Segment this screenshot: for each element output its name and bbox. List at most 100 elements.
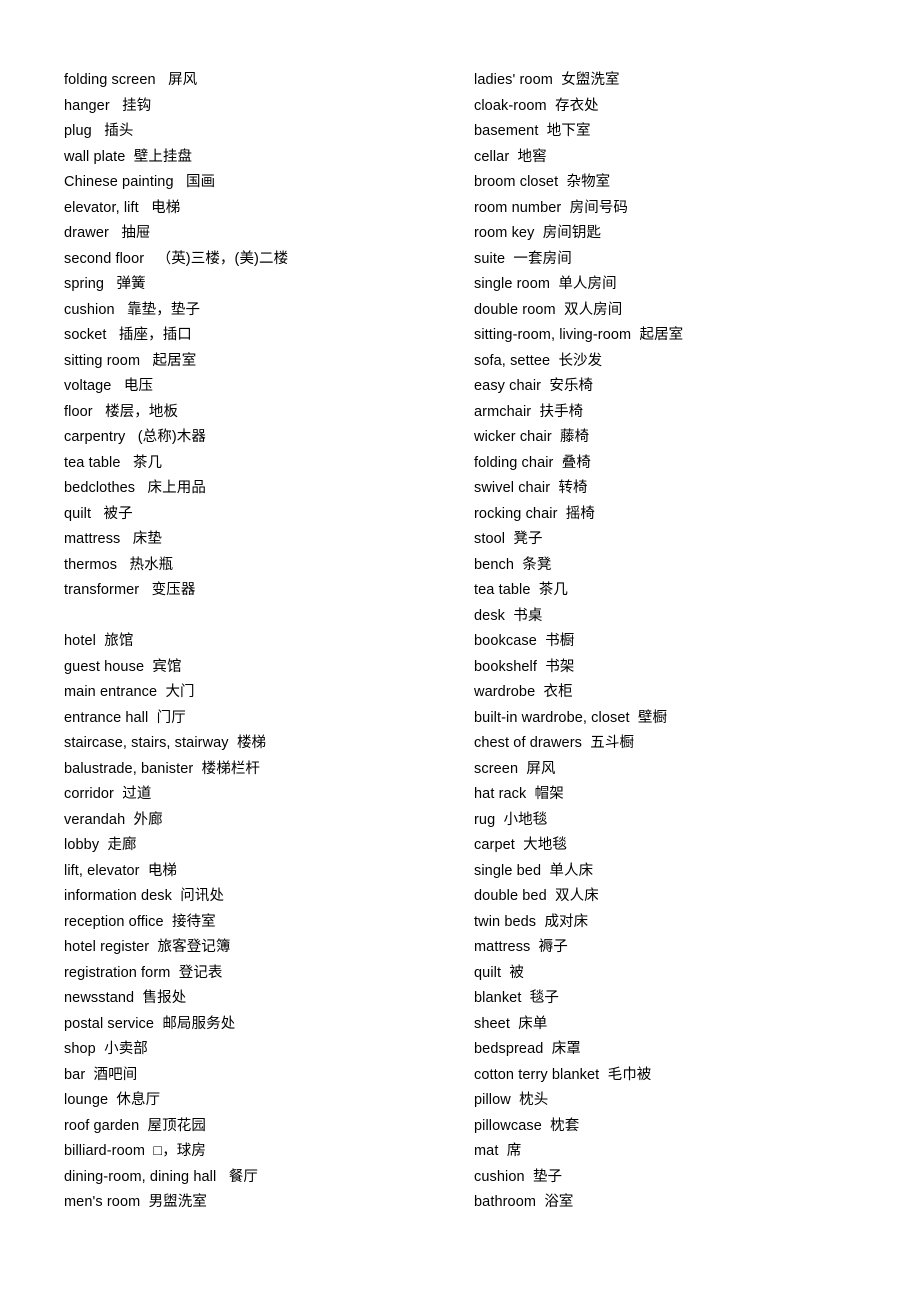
vocabulary-entry: room key 房间钥匙	[474, 221, 904, 247]
entry-gloss: 餐厅	[228, 1168, 258, 1185]
vocabulary-entry: carpentry (总称)木器	[64, 425, 464, 451]
entry-term: cushion	[64, 301, 115, 318]
entry-gloss: 成对床	[544, 913, 589, 930]
vocabulary-entry: sheet 床单	[474, 1012, 904, 1038]
vocabulary-entry: lift, elevator 电梯	[64, 859, 464, 885]
entry-gloss: 摇椅	[565, 505, 595, 522]
entry-term: shop	[64, 1041, 96, 1057]
entry-term: broom closet	[474, 174, 559, 190]
vocabulary-entry: balustrade, banister 楼梯栏杆	[64, 757, 464, 783]
vocabulary-entry: registration form 登记表	[64, 961, 464, 987]
entry-term: double bed	[474, 888, 547, 904]
entry-term: folding screen	[64, 72, 156, 88]
entry-separator	[547, 98, 555, 114]
entry-term: transformer	[64, 582, 140, 598]
vocabulary-entry: hotel 旅馆	[64, 629, 464, 655]
entry-term: verandah	[64, 811, 126, 828]
vocabulary-entry: bedspread 床罩	[474, 1037, 904, 1063]
entry-term: mattress	[474, 939, 531, 955]
vocabulary-entry: lobby 走廊	[64, 833, 464, 859]
entry-term: single room	[474, 276, 551, 292]
entry-term: stool	[474, 531, 506, 547]
entry-gloss: 楼层，地板	[105, 403, 179, 420]
entry-term: corridor	[64, 786, 114, 802]
vocabulary-entry: rug 小地毯	[474, 808, 904, 834]
entry-term: room number	[474, 199, 562, 216]
entry-term: bedspread	[474, 1041, 544, 1057]
entry-separator	[139, 582, 151, 598]
entry-term: men's room	[64, 1194, 141, 1210]
entry-term: information desk	[64, 888, 172, 904]
entry-gloss: 地下室	[546, 123, 591, 139]
entry-term: lobby	[64, 837, 100, 853]
entry-separator	[515, 837, 523, 853]
entry-separator	[510, 1016, 518, 1032]
entry-term: lift, elevator	[64, 862, 140, 879]
entry-term: screen	[474, 760, 519, 777]
entry-gloss: 被子	[103, 505, 133, 522]
entry-term: hotel register	[64, 939, 150, 955]
entry-separator	[542, 1118, 550, 1134]
vocabulary-entry: double bed 双人床	[474, 884, 904, 910]
entry-gloss: 过道	[122, 786, 152, 802]
entry-gloss: 茶几	[538, 582, 568, 598]
entry-separator	[554, 455, 562, 471]
vocabulary-entry: shop 小卖部	[64, 1037, 464, 1063]
entry-gloss: 电梯	[147, 862, 178, 879]
entry-gloss: 邮局服务处	[162, 1015, 236, 1032]
entry-gloss: 床垫	[132, 531, 162, 547]
entry-separator	[110, 98, 122, 114]
vocabulary-entry: corridor 过道	[64, 782, 464, 808]
entry-term: plug	[64, 123, 92, 139]
entry-gloss: (总称)木器	[137, 429, 206, 445]
entry-gloss: 热水瓶	[129, 556, 174, 573]
entry-gloss: 插头	[104, 123, 134, 139]
vocabulary-entry: easy chair 安乐椅	[474, 374, 904, 400]
vocabulary-entry: suite 一套房间	[474, 247, 904, 273]
entry-separator	[115, 302, 127, 318]
entry-separator	[193, 761, 201, 777]
entry-separator	[96, 1041, 104, 1057]
vocabulary-entry: wicker chair 藤椅	[474, 425, 904, 451]
vocabulary-entry: quilt 被子	[64, 502, 464, 528]
entry-term: basement	[474, 123, 539, 139]
vocabulary-entry: cushion 靠垫，垫子	[64, 298, 464, 324]
entry-separator	[174, 174, 186, 190]
entry-term: elevator, lift	[64, 199, 139, 216]
vocabulary-entry: wall plate 壁上挂盘	[64, 145, 464, 171]
entry-gloss: （英)三楼，(美)二楼	[156, 250, 289, 267]
entry-gloss: 褥子	[538, 939, 568, 955]
entry-term: sitting room	[64, 352, 141, 369]
entry-term: dining-room, dining hall	[64, 1168, 217, 1185]
entry-term: staircase, stairs, stairway	[64, 735, 229, 751]
entry-term: bench	[474, 556, 515, 573]
entry-gloss: 衣柜	[543, 684, 573, 700]
entry-term: cloak-room	[474, 97, 547, 114]
entry-term: folding chair	[474, 454, 554, 471]
entry-term: Chinese painting	[64, 174, 174, 190]
entry-separator	[170, 965, 178, 981]
entry-separator	[511, 1092, 519, 1108]
entry-term: lounge	[64, 1092, 109, 1108]
vocabulary-entry: bench 条凳	[474, 553, 904, 579]
entry-term: easy chair	[474, 378, 542, 394]
entry-separator	[525, 1169, 533, 1185]
entry-separator	[534, 225, 542, 241]
entry-term: second floor	[64, 250, 145, 267]
entry-separator	[140, 863, 148, 879]
entry-separator	[93, 404, 105, 420]
entry-gloss: 茶几	[132, 454, 163, 471]
entry-gloss: 接待室	[171, 913, 216, 930]
entry-gloss: 杂物室	[566, 174, 611, 190]
vocabulary-entry: screen 屏风	[474, 757, 904, 783]
vocabulary-entry: reception office 接待室	[64, 910, 464, 936]
entry-gloss: 大地毯	[523, 837, 567, 853]
entry-separator	[125, 149, 133, 165]
entry-separator	[599, 1067, 607, 1083]
entry-term: ladies' room	[474, 72, 553, 88]
entry-gloss: 地窖	[517, 148, 547, 165]
entry-term: room key	[474, 225, 535, 241]
entry-separator	[91, 506, 103, 522]
entry-separator	[521, 990, 529, 1006]
vocabulary-entry: transformer 变压器	[64, 578, 464, 604]
